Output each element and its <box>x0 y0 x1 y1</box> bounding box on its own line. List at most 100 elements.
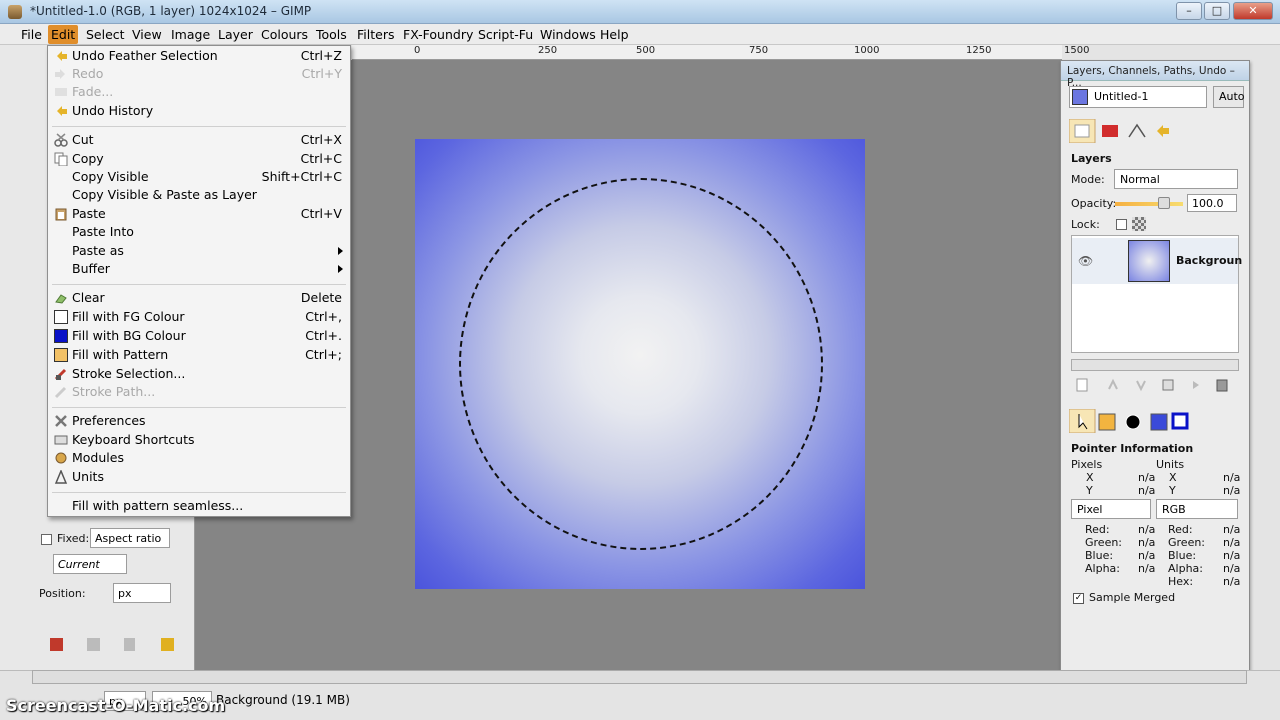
undo-icon <box>57 51 67 61</box>
menu-edit[interactable]: Edit <box>48 25 79 44</box>
menu-separator <box>52 407 346 408</box>
modules-item[interactable]: Modules <box>48 449 350 467</box>
preferences-item[interactable]: Preferences <box>48 412 350 430</box>
menu-fx-foundry[interactable]: FX-Foundry <box>403 27 473 42</box>
palette-tab-icon <box>1171 412 1189 430</box>
menu-item-label: Copy Visible & Paste as Layer <box>72 187 257 202</box>
fixed-aspect-select[interactable]: Aspect ratio <box>90 528 170 548</box>
menu-help[interactable]: Help <box>600 27 629 42</box>
keyboard-icon <box>54 435 68 445</box>
layers-hscroll[interactable] <box>1071 359 1239 371</box>
cut-item[interactable]: Cut Ctrl+X <box>48 131 350 149</box>
layer-row[interactable]: 👁 Backgroun <box>1072 238 1242 284</box>
menu-separator <box>52 126 346 127</box>
layer-buttons[interactable] <box>1075 377 1235 393</box>
lower-layer-icon <box>1136 380 1146 392</box>
stroke-path-item: Stroke Path... <box>48 383 350 401</box>
fill-pattern-item[interactable]: Fill with Pattern Ctrl+; <box>48 346 350 364</box>
menu-colours[interactable]: Colours <box>261 27 308 42</box>
auto-button[interactable]: Auto <box>1213 86 1245 108</box>
mode-select[interactable]: Normal <box>1114 169 1238 189</box>
image-thumbnail-icon <box>1072 89 1088 105</box>
delete-layer-icon <box>1216 379 1228 392</box>
undo-history-icon <box>57 106 67 116</box>
menubar: File Edit Select View Image Layer Colour… <box>0 24 1280 45</box>
menu-item-label: Fill with Pattern <box>72 347 169 362</box>
undo-feather-selection-item[interactable]: Undo Feather Selection Ctrl+Z <box>48 47 350 65</box>
layers-list: 👁 Backgroun <box>1071 235 1242 353</box>
fg-colour-swatch-icon <box>54 310 68 324</box>
ruler-label: 500 <box>636 45 656 56</box>
lock-checkbox[interactable] <box>1116 219 1127 230</box>
copy-visible-item[interactable]: Copy Visible Shift+Ctrl+C <box>48 168 350 186</box>
canvas-hscroll[interactable] <box>32 670 1247 684</box>
menu-item-shortcut: Ctrl+Y <box>301 66 342 81</box>
copy-visible-paste-layer-item[interactable]: Copy Visible & Paste as Layer <box>48 186 350 204</box>
menu-item-label: Paste as <box>72 243 124 258</box>
fill-bg-colour-item[interactable]: Fill with BG Colour Ctrl+. <box>48 327 350 345</box>
menu-image[interactable]: Image <box>171 27 210 42</box>
sample-merged-label: Sample Merged <box>1089 591 1176 604</box>
preferences-icon <box>55 415 67 427</box>
menu-item-label: Fill with BG Colour <box>72 328 186 343</box>
minimize-button[interactable]: – <box>1176 2 1202 20</box>
menu-item-label: Undo History <box>72 103 154 118</box>
raise-layer-icon <box>1108 378 1118 390</box>
menu-item-label: Preferences <box>72 413 146 428</box>
menu-item-shortcut: Ctrl+C <box>300 151 342 166</box>
fixed-checkbox[interactable] <box>41 534 52 545</box>
paste-as-item[interactable]: Paste as <box>48 242 350 260</box>
copy-item[interactable]: Copy Ctrl+C <box>48 150 350 168</box>
delete-options-icon <box>124 638 135 651</box>
save-options-icon <box>50 638 63 651</box>
menu-script-fu[interactable]: Script-Fu <box>478 27 533 42</box>
menu-tools[interactable]: Tools <box>316 27 347 42</box>
paste-icon <box>55 208 67 221</box>
image-selector[interactable]: Untitled-1 <box>1069 86 1207 108</box>
fill-pattern-seamless-item[interactable]: Fill with pattern seamless... <box>48 497 350 515</box>
gradient-tab-icon <box>1150 413 1168 431</box>
blue-label: Blue: <box>1085 549 1114 562</box>
menu-item-label: Units <box>72 469 104 484</box>
red-label: Red: <box>1085 523 1110 536</box>
opacity-slider-handle[interactable] <box>1158 197 1170 209</box>
position-unit-select[interactable]: px <box>113 583 171 603</box>
eye-icon[interactable]: 👁 <box>1078 254 1093 268</box>
menu-view[interactable]: View <box>132 27 162 42</box>
clear-item[interactable]: Clear Delete <box>48 289 350 307</box>
undo-history-item[interactable]: Undo History <box>48 102 350 120</box>
menu-item-shortcut: Ctrl+X <box>300 132 342 147</box>
lock-alpha-icon[interactable] <box>1132 217 1146 231</box>
paste-item[interactable]: Paste Ctrl+V <box>48 205 350 223</box>
menu-item-shortcut: Ctrl+Z <box>300 48 342 63</box>
menu-item-shortcut: Ctrl+. <box>305 328 342 343</box>
menu-layer[interactable]: Layer <box>218 27 253 42</box>
pointer-dock-tabs[interactable] <box>1069 409 1189 433</box>
menu-filters[interactable]: Filters <box>357 27 394 42</box>
menu-file[interactable]: File <box>21 27 42 42</box>
dock-tabs[interactable] <box>1069 119 1189 143</box>
pixel-format-select[interactable]: Pixel <box>1071 499 1151 519</box>
menu-item-shortcut: Ctrl+, <box>305 309 342 324</box>
opacity-slider[interactable] <box>1115 202 1183 206</box>
menu-item-label: Paste Into <box>72 224 134 239</box>
current-ratio-field[interactable]: Current <box>53 554 127 574</box>
keyboard-shortcuts-item[interactable]: Keyboard Shortcuts <box>48 431 350 449</box>
layers-dock: Layers, Channels, Paths, Undo – P... Unt… <box>1060 60 1250 688</box>
x-units-value: n/a <box>1223 471 1241 484</box>
maximize-button[interactable]: □ <box>1204 2 1230 20</box>
menu-windows[interactable]: Windows <box>540 27 596 42</box>
colour-format-select[interactable]: RGB <box>1156 499 1238 519</box>
sample-merged-checkbox[interactable]: ✓ <box>1073 593 1084 604</box>
green-value-2: n/a <box>1223 536 1241 549</box>
buffer-item[interactable]: Buffer <box>48 260 350 278</box>
hex-label: Hex: <box>1168 575 1194 588</box>
stroke-selection-item[interactable]: Stroke Selection... <box>48 365 350 383</box>
close-button[interactable]: ✕ <box>1233 2 1273 20</box>
paste-into-item[interactable]: Paste Into <box>48 223 350 241</box>
units-item[interactable]: Units <box>48 468 350 486</box>
fill-fg-colour-item[interactable]: Fill with FG Colour Ctrl+, <box>48 308 350 326</box>
opacity-field[interactable]: 100.0 <box>1187 194 1237 212</box>
menu-select[interactable]: Select <box>86 27 125 42</box>
units-label: Units <box>1156 458 1185 471</box>
